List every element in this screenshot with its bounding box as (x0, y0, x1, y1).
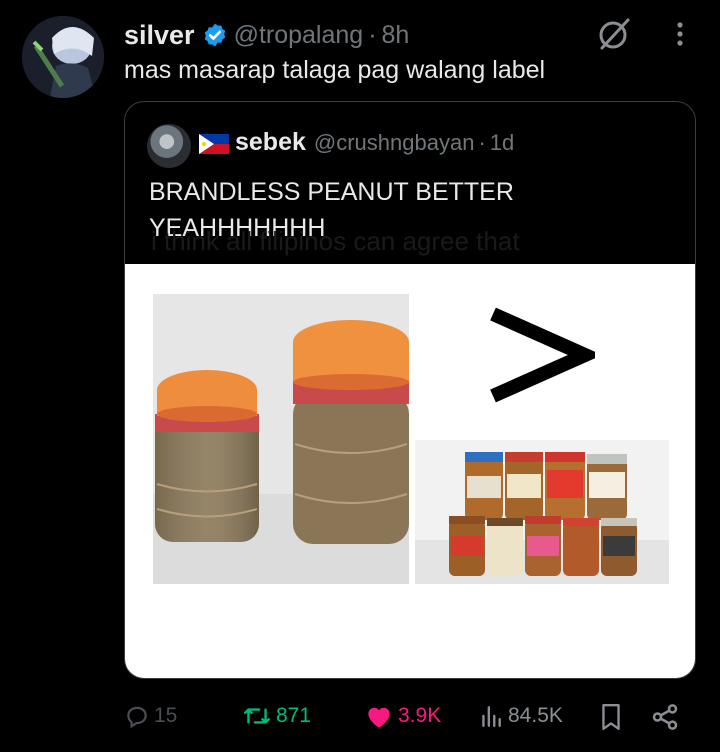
author-avatar[interactable] (22, 16, 104, 98)
quoted-author-avatar[interactable] (147, 124, 191, 168)
post-text: mas masarap talaga pag walang label (124, 56, 546, 84)
post-time[interactable]: 8h (382, 21, 410, 50)
views-count: 84.5K (508, 704, 563, 727)
separator-dot: · (478, 129, 486, 155)
share-icon[interactable] (650, 702, 680, 732)
like-icon (368, 707, 390, 728)
post-header: silver @tropalang · 8h (124, 18, 409, 52)
verified-badge-icon (204, 23, 225, 47)
repost-count: 871 (276, 704, 312, 727)
separator-dot: · (368, 20, 377, 49)
repost-button[interactable]: 871 (242, 696, 311, 736)
author-name[interactable]: silver (124, 20, 195, 51)
quoted-author-handle[interactable]: @crushngbayan (314, 130, 475, 156)
author-handle[interactable]: @tropalang (234, 21, 364, 50)
more-icon[interactable] (668, 16, 692, 52)
quoted-post[interactable]: sebek @crushngbayan · 1d BRANDLESS PEANU… (124, 101, 696, 679)
like-count: 3.9K (398, 704, 442, 727)
quoted-post-time[interactable]: 1d (490, 130, 514, 156)
quoted-author-name[interactable]: sebek (235, 128, 306, 157)
views-button[interactable]: 84.5K (478, 696, 563, 736)
reply-button[interactable]: 15 (124, 696, 177, 736)
views-icon (482, 706, 501, 727)
greater-than-symbol: > (485, 300, 595, 403)
comparison-symbol-text: > (485, 300, 486, 301)
quoted-post-image[interactable]: i think all filipinos can agree that > (125, 226, 695, 678)
branded-jars-photo (415, 440, 669, 584)
repost-icon (244, 708, 270, 724)
image-caption: i think all filipinos can agree that (151, 226, 520, 256)
action-bar: 15 871 3.9K 84.5K (0, 696, 720, 736)
reply-count: 15 (154, 704, 178, 727)
reply-icon (127, 706, 147, 729)
grok-icon[interactable] (596, 16, 632, 52)
bookmark-icon[interactable] (598, 703, 624, 731)
quoted-post-header: sebek @crushngbayan · 1d (235, 128, 514, 157)
brandless-jars-photo (153, 294, 409, 584)
like-button[interactable]: 3.9K (364, 696, 441, 736)
philippine-flag-icon (199, 134, 229, 154)
